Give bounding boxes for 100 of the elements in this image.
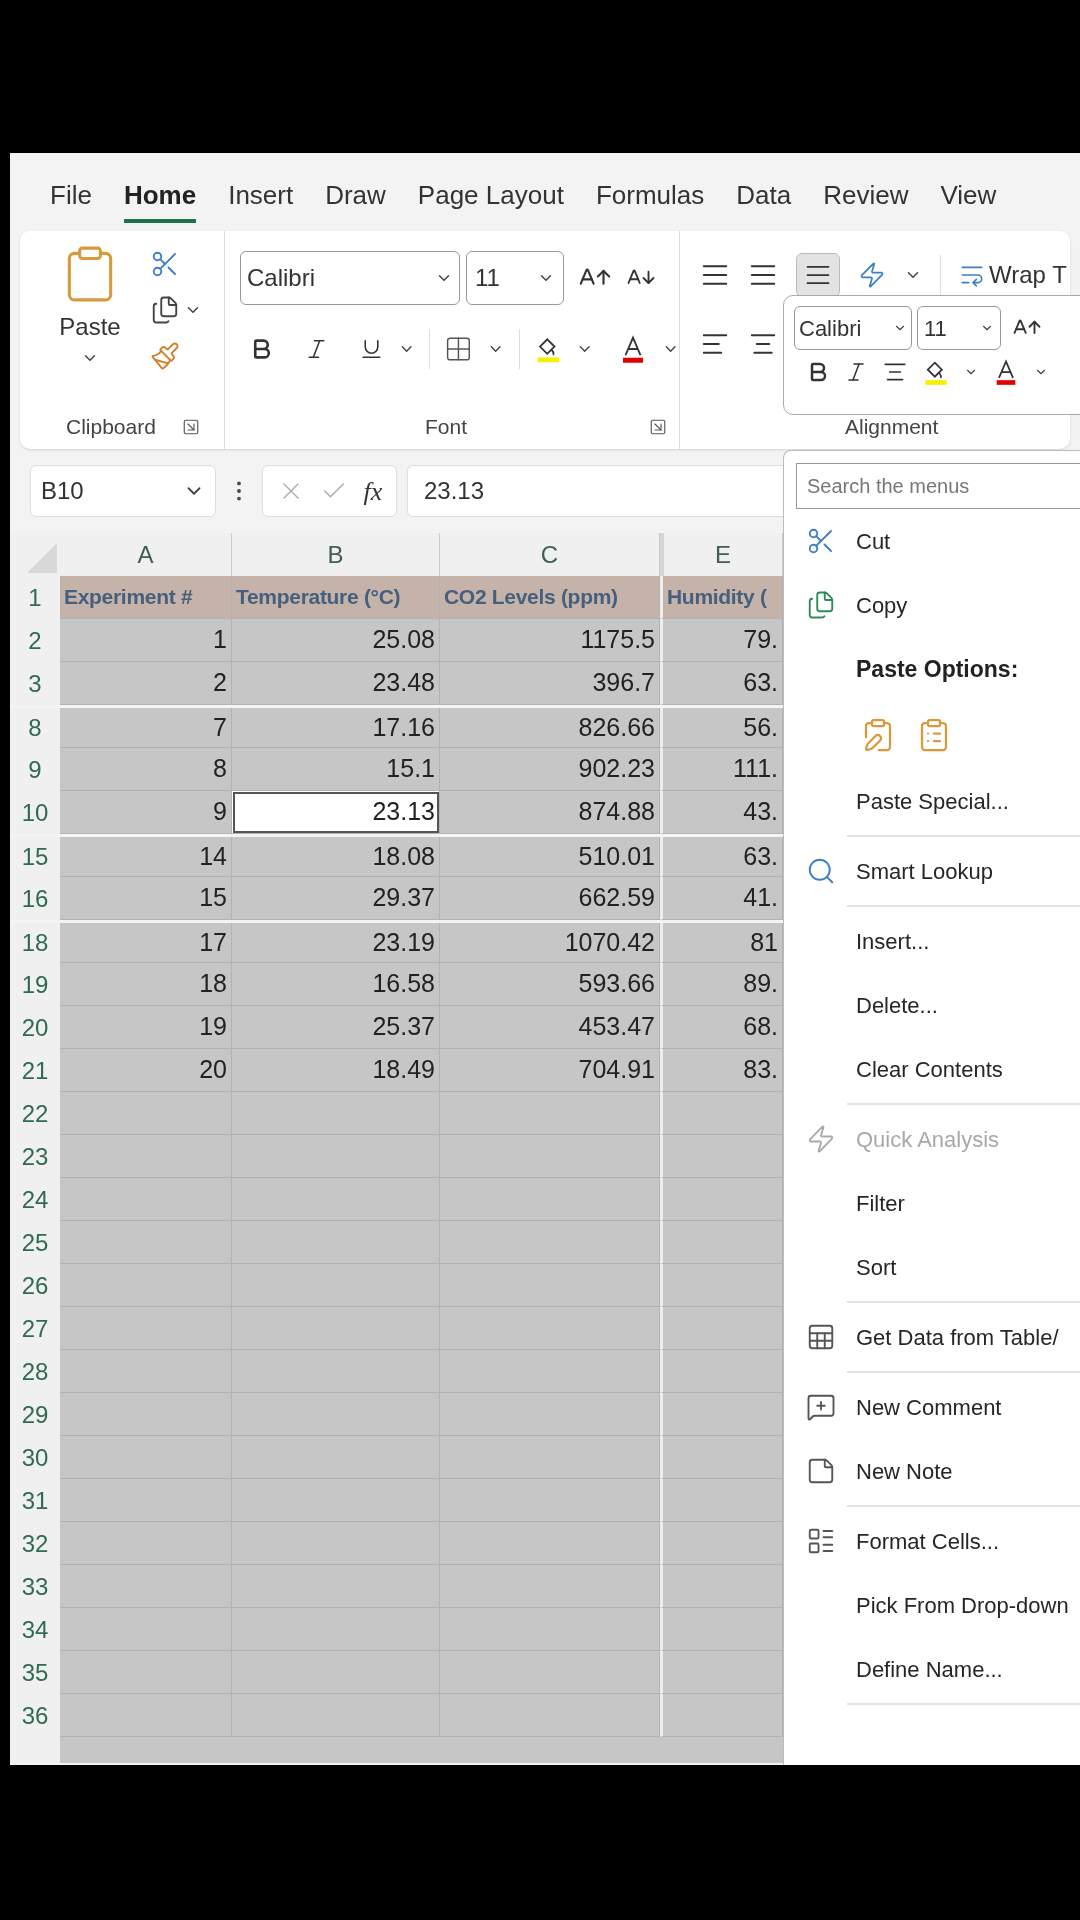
name-box[interactable]: B10 — [30, 465, 216, 517]
table-cell: 43. — [660, 791, 783, 834]
paste-label: Paste — [59, 312, 121, 342]
row-header[interactable]: 9 — [10, 748, 60, 791]
row-header[interactable]: 21 — [10, 1049, 60, 1092]
format-painter-icon[interactable] — [150, 341, 180, 371]
row-header[interactable]: 1 — [10, 576, 60, 619]
font-name-dropdown[interactable]: Calibri — [240, 251, 460, 305]
table-cell: 15.1 — [232, 748, 440, 791]
table-cell: 396.7 — [440, 662, 660, 705]
table-cell: 17 — [60, 923, 232, 963]
active-cell: 23.13 — [232, 791, 440, 834]
ribbon-tab[interactable]: Formulas — [595, 176, 705, 223]
align-bottom-button[interactable] — [796, 253, 840, 297]
table-cell: 68. — [660, 1006, 783, 1049]
menu-item[interactable]: Filter — [784, 1171, 1080, 1235]
row-header[interactable]: 24 — [10, 1178, 60, 1221]
row-header[interactable]: 19 — [10, 963, 60, 1006]
row-header[interactable]: 36 — [10, 1694, 60, 1737]
group-label: Clipboard — [66, 414, 156, 441]
row-header[interactable]: 15 — [10, 837, 60, 877]
table-cell: 83. — [660, 1049, 783, 1092]
ribbon-tab[interactable]: Review — [823, 176, 909, 223]
paste-button[interactable]: Paste — [50, 243, 130, 405]
font-name-dropdown[interactable]: Calibri — [794, 306, 912, 350]
row-header[interactable]: 34 — [10, 1608, 60, 1651]
menu-search-field[interactable]: Search the menus — [796, 463, 1080, 509]
table-cell: 41. — [660, 877, 783, 920]
row-header[interactable]: 2 — [10, 619, 60, 662]
menu-item[interactable]: Delete... — [784, 973, 1080, 1037]
copy-icon[interactable] — [150, 295, 180, 325]
lookup-icon[interactable] — [806, 856, 836, 886]
table-cell: Humidity ( — [660, 576, 783, 619]
ribbon-tab[interactable]: Page Layout — [417, 176, 564, 223]
ribbon-tab[interactable]: Home — [123, 176, 197, 223]
table-cell: 56. — [660, 708, 783, 748]
menu-item[interactable]: Define Name... — [784, 1637, 1080, 1701]
comment-icon[interactable] — [806, 1392, 836, 1422]
table-cell: 15 — [60, 877, 232, 920]
row-header[interactable]: 30 — [10, 1436, 60, 1479]
format-cells-icon[interactable] — [806, 1526, 836, 1556]
row-header[interactable]: 3 — [10, 662, 60, 705]
dialog-launcher-icon[interactable] — [649, 418, 667, 436]
menu-item[interactable]: Insert... — [784, 909, 1080, 973]
copy-icon[interactable] — [806, 590, 836, 620]
dialog-launcher-icon[interactable] — [182, 418, 200, 436]
row-header[interactable]: 8 — [10, 708, 60, 748]
row-header[interactable]: 29 — [10, 1393, 60, 1436]
row-header[interactable]: 16 — [10, 877, 60, 920]
table-cell: 63. — [660, 662, 783, 705]
row-header[interactable]: 27 — [10, 1307, 60, 1350]
ribbon-tab[interactable]: Draw — [325, 176, 386, 223]
table-cell: 1070.42 — [440, 923, 660, 963]
font-size-dropdown[interactable]: 11 — [917, 306, 1001, 350]
row-header[interactable]: 33 — [10, 1565, 60, 1608]
table-icon[interactable] — [806, 1322, 836, 1352]
row-header[interactable]: 20 — [10, 1006, 60, 1049]
row-header[interactable]: 26 — [10, 1264, 60, 1307]
table-cell: 20 — [60, 1049, 232, 1092]
menu-section-header: Paste Options: — [856, 654, 1019, 684]
table-cell: 81 — [660, 923, 783, 963]
menu-item[interactable]: Smart Lookup — [784, 839, 1080, 903]
row-header[interactable]: 18 — [10, 923, 60, 963]
table-cell: 14 — [60, 837, 232, 877]
font-size-dropdown[interactable]: 11 — [466, 251, 564, 305]
menu-item[interactable]: Format Cells... — [784, 1509, 1080, 1573]
row-header[interactable]: 32 — [10, 1522, 60, 1565]
table-cell: 63. — [660, 837, 783, 877]
table-cell: 874.88 — [440, 791, 660, 834]
note-icon[interactable] — [806, 1456, 836, 1486]
menu-item[interactable]: Pick From Drop-down — [784, 1573, 1080, 1637]
menu-item[interactable]: Copy — [784, 573, 1080, 637]
row-header[interactable]: 31 — [10, 1479, 60, 1522]
table-cell: 19 — [60, 1006, 232, 1049]
ribbon-tab[interactable]: View — [940, 176, 997, 223]
wrap-text-button[interactable]: Wrap T — [959, 257, 1067, 293]
menu-item[interactable]: Sort — [784, 1235, 1080, 1299]
ribbon-tab[interactable]: Insert — [228, 176, 294, 223]
menu-item[interactable]: New Note — [784, 1439, 1080, 1503]
row-header[interactable]: 28 — [10, 1350, 60, 1393]
menu-item[interactable]: Get Data from Table/ — [784, 1305, 1080, 1369]
table-cell: 662.59 — [440, 877, 660, 920]
menu-item[interactable]: Clear Contents — [784, 1037, 1080, 1101]
table-cell: 1 — [60, 619, 232, 662]
insert-function-button[interactable]: fx — [363, 471, 383, 511]
group-label: Font — [425, 414, 468, 441]
table-cell: 453.47 — [440, 1006, 660, 1049]
ribbon-tab[interactable]: File — [50, 176, 92, 223]
row-header[interactable]: 25 — [10, 1221, 60, 1264]
row-header[interactable]: 23 — [10, 1135, 60, 1178]
menu-item[interactable]: Paste Special... — [784, 769, 1080, 833]
row-header[interactable]: 10 — [10, 791, 60, 834]
row-header[interactable]: 22 — [10, 1092, 60, 1135]
table-cell: 1175.5 — [440, 619, 660, 662]
menu-item[interactable]: New Comment — [784, 1375, 1080, 1439]
table-cell: 826.66 — [440, 708, 660, 748]
row-header[interactable]: 35 — [10, 1651, 60, 1694]
ribbon-tab[interactable]: Data — [736, 176, 792, 223]
table-cell: 593.66 — [440, 963, 660, 1006]
table-cell: 25.37 — [232, 1006, 440, 1049]
